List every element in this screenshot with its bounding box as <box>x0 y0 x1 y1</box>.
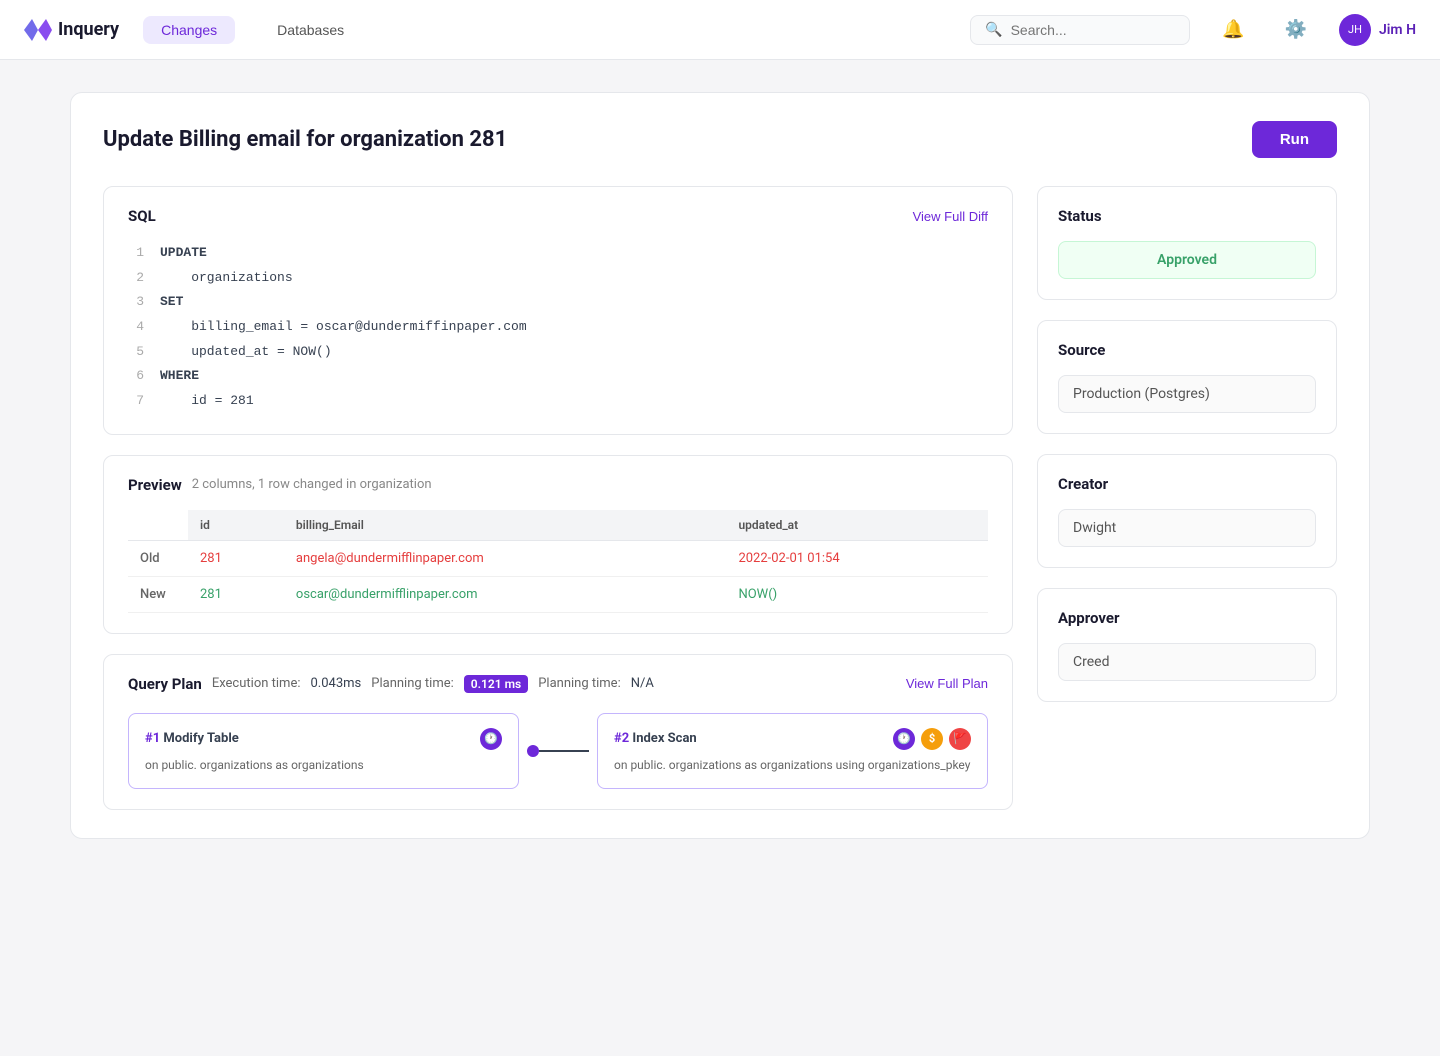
old-id: 281 <box>188 540 284 576</box>
node2-title: Index Scan <box>632 731 696 746</box>
node1-title: Modify Table <box>163 731 238 746</box>
logo-text: Inquery <box>58 19 119 40</box>
table-header-row: id billing_Email updated_at <box>128 510 988 541</box>
logo: Inquery <box>24 19 119 41</box>
approver-card: Approver Creed <box>1037 588 1337 702</box>
planning2-val: N/A <box>631 676 654 691</box>
code-line: 4 billing_email = oscar@dundermiffinpape… <box>128 315 988 340</box>
status-card: Status Approved <box>1037 186 1337 300</box>
code-line: 3 SET <box>128 290 988 315</box>
notifications-btn[interactable]: 🔔 <box>1214 15 1252 44</box>
source-card: Source Production (Postgres) <box>1037 320 1337 434</box>
old-billing-email: angela@dundermifflinpaper.com <box>284 540 727 576</box>
logo-icon <box>24 19 52 41</box>
search-icon: 🔍 <box>985 22 1002 38</box>
source-value: Production (Postgres) <box>1058 375 1316 413</box>
node2-desc: on public. organizations as organization… <box>614 756 971 774</box>
code-line: 6 WHERE <box>128 364 988 389</box>
creator-value: Dwight <box>1058 509 1316 547</box>
preview-section: Preview 2 columns, 1 row changed in orga… <box>103 455 1013 634</box>
sql-header: SQL View Full Diff <box>128 207 988 225</box>
settings-btn[interactable]: ⚙️ <box>1277 15 1315 44</box>
planning1-label: Planning time: <box>371 676 454 691</box>
changes-nav-btn[interactable]: Changes <box>143 16 235 44</box>
execution-label: Execution time: <box>212 676 301 691</box>
approver-value: Creed <box>1058 643 1316 681</box>
gear-icon: ⚙️ <box>1285 19 1307 39</box>
plan-connector <box>519 745 597 757</box>
page-title: Update Billing email for organization 28… <box>103 127 507 152</box>
clock-icon-2: 🕐 <box>893 728 915 750</box>
avatar: JH <box>1339 14 1371 46</box>
qp-header: Query Plan Execution time: 0.043ms Plann… <box>128 675 988 693</box>
code-line: 5 updated_at = NOW() <box>128 340 988 365</box>
navbar: Inquery Changes Databases 🔍 🔔 ⚙️ JH Jim … <box>0 0 1440 60</box>
old-updated-at: 2022-02-01 01:54 <box>726 540 988 576</box>
search-input[interactable] <box>1011 22 1171 38</box>
dollar-icon: $ <box>921 728 943 750</box>
view-full-plan-btn[interactable]: View Full Plan <box>906 676 988 691</box>
new-billing-email: oscar@dundermifflinpaper.com <box>284 576 727 612</box>
table-row: New 281 oscar@dundermifflinpaper.com NOW… <box>128 576 988 612</box>
bell-icon: 🔔 <box>1222 19 1244 39</box>
sql-section: SQL View Full Diff 1 UPDATE 2 organizati… <box>103 186 1013 435</box>
node2-num: #2 <box>614 731 632 746</box>
qp-title: Query Plan <box>128 675 202 693</box>
col-billing-email: billing_Email <box>284 510 727 541</box>
new-updated-at: NOW() <box>726 576 988 612</box>
page-header: Update Billing email for organization 28… <box>103 121 1337 158</box>
old-label: Old <box>128 540 188 576</box>
left-column: SQL View Full Diff 1 UPDATE 2 organizati… <box>103 186 1013 810</box>
plan-node-1: #1 Modify Table 🕐 on public. organizatio… <box>128 713 519 789</box>
plan-nodes: #1 Modify Table 🕐 on public. organizatio… <box>128 713 988 789</box>
user-menu[interactable]: JH Jim H <box>1339 14 1416 46</box>
code-line: 2 organizations <box>128 266 988 291</box>
search-box[interactable]: 🔍 <box>970 15 1190 45</box>
creator-title: Creator <box>1058 475 1316 493</box>
run-button[interactable]: Run <box>1252 121 1337 158</box>
approver-title: Approver <box>1058 609 1316 627</box>
content-layout: SQL View Full Diff 1 UPDATE 2 organizati… <box>103 186 1337 810</box>
sql-title: SQL <box>128 207 156 225</box>
diff-table: id billing_Email updated_at Old 281 ange… <box>128 510 988 613</box>
databases-nav-btn[interactable]: Databases <box>259 16 362 44</box>
query-plan-section: Query Plan Execution time: 0.043ms Plann… <box>103 654 1013 810</box>
new-label: New <box>128 576 188 612</box>
planning2-label: Planning time: <box>538 676 621 691</box>
node1-desc: on public. organizations as organization… <box>145 756 502 774</box>
clock-icon-1: 🕐 <box>480 728 502 750</box>
source-title: Source <box>1058 341 1316 359</box>
col-updated-at: updated_at <box>726 510 988 541</box>
node1-num: #1 <box>145 731 163 746</box>
view-full-diff-btn[interactable]: View Full Diff <box>913 209 988 224</box>
preview-subtitle: 2 columns, 1 row changed in organization <box>192 477 432 492</box>
code-block: 1 UPDATE 2 organizations 3 SET 4 <box>128 241 988 414</box>
new-id: 281 <box>188 576 284 612</box>
right-column: Status Approved Source Production (Postg… <box>1037 186 1337 810</box>
code-line: 1 UPDATE <box>128 241 988 266</box>
col-id: id <box>188 510 284 541</box>
table-row: Old 281 angela@dundermifflinpaper.com 20… <box>128 540 988 576</box>
page-card: Update Billing email for organization 28… <box>70 92 1370 839</box>
code-line: 7 id = 281 <box>128 389 988 414</box>
status-title: Status <box>1058 207 1316 225</box>
user-name: Jim H <box>1379 22 1416 38</box>
flag-icon: 🚩 <box>949 728 971 750</box>
planning1-val: 0.121 ms <box>464 675 528 693</box>
status-value: Approved <box>1058 241 1316 279</box>
preview-title: Preview <box>128 476 182 494</box>
preview-header: Preview 2 columns, 1 row changed in orga… <box>128 476 988 494</box>
main-content: Update Billing email for organization 28… <box>30 60 1410 871</box>
plan-node-2: #2 Index Scan 🕐 $ 🚩 on public. organizat… <box>597 713 988 789</box>
execution-val: 0.043ms <box>311 676 362 691</box>
creator-card: Creator Dwight <box>1037 454 1337 568</box>
